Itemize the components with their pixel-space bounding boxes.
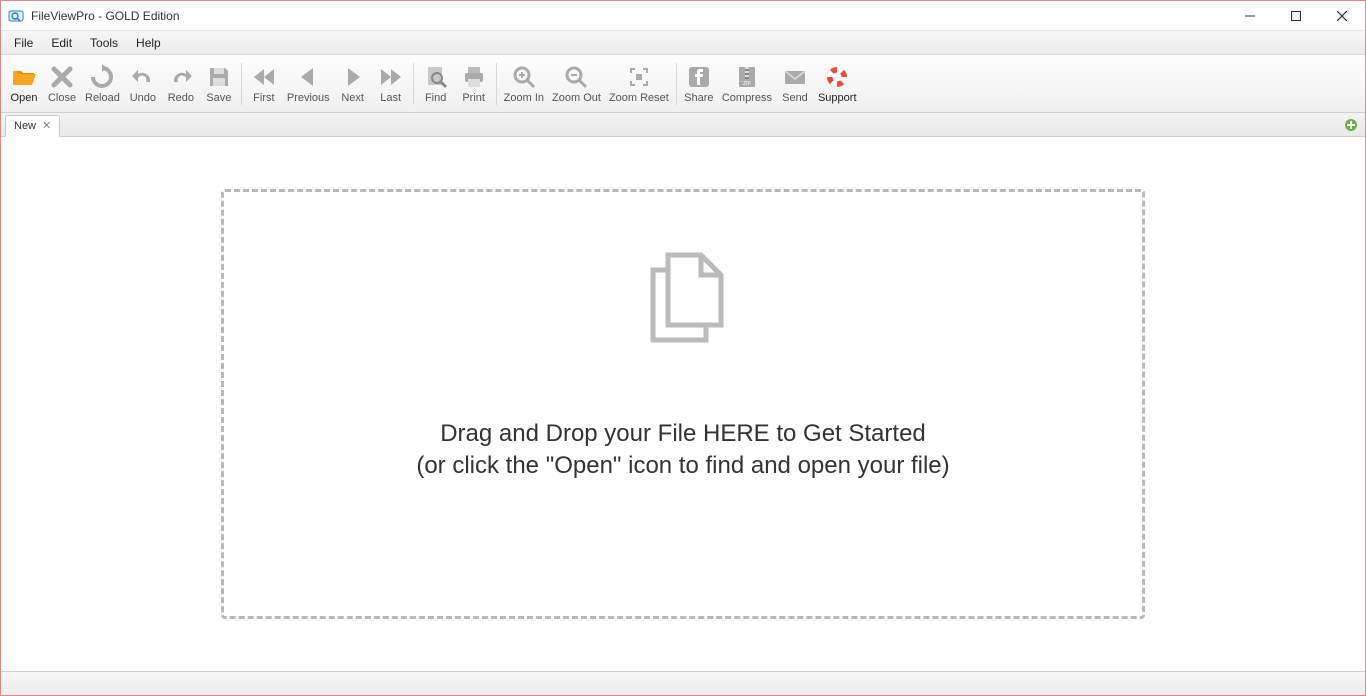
support-button[interactable]: Support	[814, 57, 861, 111]
first-icon	[250, 63, 278, 91]
dropzone-text-line2: (or click the "Open" icon to find and op…	[416, 452, 949, 480]
support-label: Support	[818, 92, 857, 104]
dropzone-text-line1: Drag and Drop your File HERE to Get Star…	[440, 420, 926, 448]
print-label: Print	[462, 92, 485, 104]
undo-label: Undo	[130, 92, 156, 104]
title-bar: FileViewPro - GOLD Edition	[1, 1, 1365, 31]
tab-label: New	[14, 120, 36, 132]
zip-icon: ZIP	[733, 63, 761, 91]
menu-edit[interactable]: Edit	[42, 33, 81, 53]
zoom-out-label: Zoom Out	[552, 92, 601, 104]
toolbar-separator	[413, 63, 414, 105]
reload-label: Reload	[85, 92, 120, 104]
reload-icon	[88, 63, 116, 91]
zoom-in-icon	[510, 63, 538, 91]
next-label: Next	[341, 92, 364, 104]
close-button[interactable]: Close	[43, 57, 81, 111]
zoom-in-label: Zoom In	[504, 92, 544, 104]
last-button[interactable]: Last	[372, 57, 410, 111]
add-tab-button[interactable]	[1343, 117, 1359, 133]
content-area: Drag and Drop your File HERE to Get Star…	[1, 137, 1365, 671]
menu-help[interactable]: Help	[127, 33, 170, 53]
toolbar: Open Close Reload Undo Redo Save First P…	[1, 55, 1365, 113]
status-bar	[1, 671, 1365, 695]
find-icon	[422, 63, 450, 91]
redo-icon	[167, 63, 195, 91]
toolbar-separator	[241, 63, 242, 105]
last-icon	[377, 63, 405, 91]
folder-open-icon	[10, 63, 38, 91]
redo-button[interactable]: Redo	[162, 57, 200, 111]
open-label: Open	[11, 92, 38, 104]
tab-close-icon[interactable]: ✕	[42, 121, 51, 132]
next-button[interactable]: Next	[334, 57, 372, 111]
toolbar-separator	[676, 63, 677, 105]
tab-strip: New ✕	[1, 113, 1365, 137]
share-button[interactable]: Share	[680, 57, 718, 111]
lifebuoy-icon	[823, 63, 851, 91]
undo-button[interactable]: Undo	[124, 57, 162, 111]
redo-label: Redo	[168, 92, 194, 104]
previous-button[interactable]: Previous	[283, 57, 334, 111]
compress-label: Compress	[722, 92, 772, 104]
tab-new[interactable]: New ✕	[5, 115, 60, 137]
find-label: Find	[425, 92, 446, 104]
save-icon	[205, 63, 233, 91]
menu-file[interactable]: File	[5, 33, 42, 53]
x-icon	[48, 63, 76, 91]
maximize-button[interactable]	[1273, 1, 1319, 31]
compress-button[interactable]: ZIP Compress	[718, 57, 776, 111]
share-label: Share	[684, 92, 713, 104]
print-button[interactable]: Print	[455, 57, 493, 111]
last-label: Last	[380, 92, 401, 104]
toolbar-separator	[496, 63, 497, 105]
menu-tools[interactable]: Tools	[81, 33, 127, 53]
zoom-reset-icon	[625, 63, 653, 91]
close-label: Close	[48, 92, 76, 104]
svg-text:ZIP: ZIP	[743, 81, 751, 87]
app-icon	[7, 7, 25, 25]
save-button[interactable]: Save	[200, 57, 238, 111]
zoom-reset-label: Zoom Reset	[609, 92, 669, 104]
zoom-in-button[interactable]: Zoom In	[500, 57, 548, 111]
previous-label: Previous	[287, 92, 330, 104]
reload-button[interactable]: Reload	[81, 57, 124, 111]
minimize-button[interactable]	[1227, 1, 1273, 31]
zoom-reset-button[interactable]: Zoom Reset	[605, 57, 673, 111]
first-label: First	[253, 92, 274, 104]
mail-icon	[781, 63, 809, 91]
open-button[interactable]: Open	[5, 57, 43, 111]
drop-zone[interactable]: Drag and Drop your File HERE to Get Star…	[221, 189, 1145, 619]
save-label: Save	[206, 92, 231, 104]
next-icon	[339, 63, 367, 91]
facebook-icon	[685, 63, 713, 91]
first-button[interactable]: First	[245, 57, 283, 111]
menu-bar: File Edit Tools Help	[1, 31, 1365, 55]
close-window-button[interactable]	[1319, 1, 1365, 31]
zoom-out-button[interactable]: Zoom Out	[548, 57, 605, 111]
previous-icon	[294, 63, 322, 91]
find-button[interactable]: Find	[417, 57, 455, 111]
window-title: FileViewPro - GOLD Edition	[31, 9, 180, 23]
zoom-out-icon	[562, 63, 590, 91]
documents-icon	[628, 240, 738, 350]
send-label: Send	[782, 92, 808, 104]
window-controls	[1227, 1, 1365, 31]
print-icon	[460, 63, 488, 91]
undo-icon	[129, 63, 157, 91]
send-button[interactable]: Send	[776, 57, 814, 111]
